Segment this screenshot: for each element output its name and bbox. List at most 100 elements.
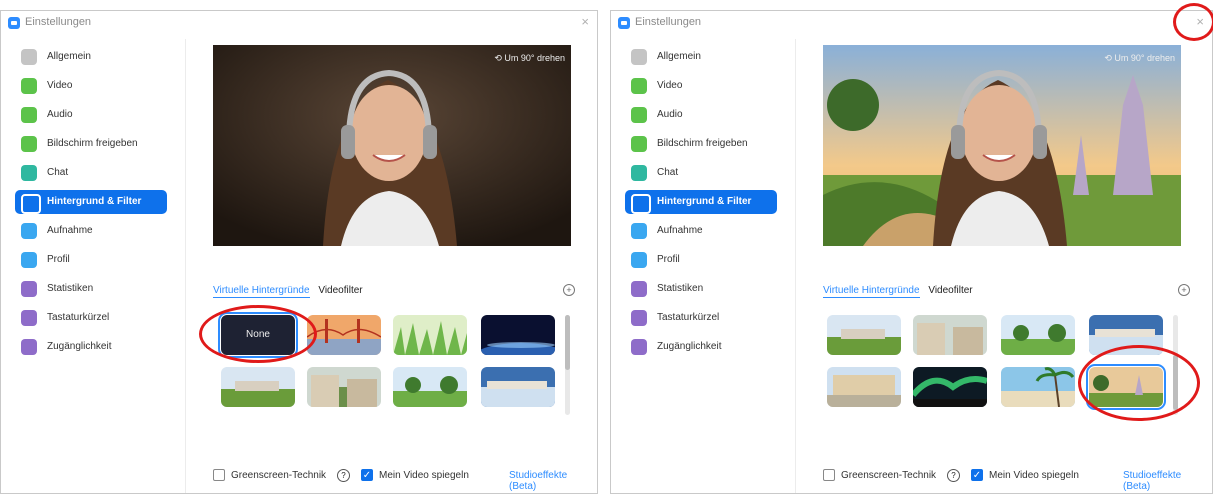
- sidebar-item-label: Statistiken: [657, 283, 704, 294]
- sidebar-item-share-screen[interactable]: Bildschirm freigeben: [15, 132, 167, 156]
- sidebar-item-video-camera[interactable]: Video: [15, 74, 167, 98]
- studio-effects-link[interactable]: Studioeffekte (Beta): [1123, 470, 1193, 492]
- mirror-video-checkbox[interactable]: ✓: [361, 469, 373, 481]
- sidebar-item-label: Tastaturkürzel: [657, 312, 720, 323]
- sidebar-item-label: Hintergrund & Filter: [657, 196, 752, 207]
- tab-virtual-backgrounds[interactable]: Virtuelle Hintergründe: [823, 285, 920, 298]
- background-park[interactable]: [1001, 315, 1075, 355]
- background-filter-icon: [21, 194, 41, 214]
- annotation-circle-none: [199, 305, 317, 363]
- sidebar-item-video-camera[interactable]: Video: [625, 74, 777, 98]
- background-courtyard[interactable]: [827, 367, 901, 407]
- sidebar-item-chat-bubble[interactable]: Chat: [15, 161, 167, 185]
- sidebar-item-headphones[interactable]: Audio: [15, 103, 167, 127]
- background-northern-lights[interactable]: [913, 367, 987, 407]
- sidebar-item-profile[interactable]: Profil: [15, 248, 167, 272]
- sidebar-item-statistics[interactable]: Statistiken: [625, 277, 777, 301]
- share-screen-icon: [631, 136, 647, 152]
- profile-icon: [21, 252, 37, 268]
- sidebar-item-label: Video: [47, 80, 73, 91]
- background-beach-palm[interactable]: [1001, 367, 1075, 407]
- greenscreen-label: Greenscreen-Technik: [841, 470, 937, 481]
- greenscreen-label: Greenscreen-Technik: [231, 470, 327, 481]
- scrollbar-thumb[interactable]: [565, 315, 570, 370]
- sidebar-item-record[interactable]: Aufnahme: [15, 219, 167, 243]
- settings-sidebar: Allgemein Video Audio Bildschirm freigeben C…: [611, 39, 796, 493]
- add-background-icon[interactable]: +: [1178, 284, 1190, 296]
- sidebar-item-gear[interactable]: Allgemein: [15, 45, 167, 69]
- background-old-town[interactable]: [307, 367, 381, 407]
- sidebar-item-label: Video: [657, 80, 683, 91]
- greenscreen-checkbox[interactable]: [823, 469, 835, 481]
- sidebar-item-record[interactable]: Aufnahme: [625, 219, 777, 243]
- rotate-label: Um 90° drehen: [504, 53, 565, 63]
- sidebar-item-accessibility[interactable]: Zugänglichkeit: [15, 335, 167, 359]
- background-tabs: Virtuelle Hintergründe Videofilter: [213, 285, 363, 298]
- rotate-label: Um 90° drehen: [1114, 53, 1175, 63]
- title-bar: Einstellungen ×: [1, 11, 597, 35]
- greenscreen-checkbox[interactable]: [213, 469, 225, 481]
- rotate-button[interactable]: ⟲ Um 90° drehen: [1104, 53, 1175, 64]
- mirror-video-checkbox[interactable]: ✓: [971, 469, 983, 481]
- sidebar-item-label: Bildschirm freigeben: [47, 138, 138, 149]
- sidebar-item-headphones[interactable]: Audio: [625, 103, 777, 127]
- profile-icon: [631, 252, 647, 268]
- camera-preview: ⟲ Um 90° drehen: [823, 45, 1181, 246]
- tab-video-filter[interactable]: Videofilter: [318, 285, 362, 296]
- background-grass[interactable]: [393, 315, 467, 355]
- sidebar-item-keyboard[interactable]: Tastaturkürzel: [15, 306, 167, 330]
- tab-video-filter[interactable]: Videofilter: [928, 285, 972, 296]
- thumbnail-scrollbar[interactable]: [565, 315, 570, 415]
- sidebar-item-label: Audio: [47, 109, 73, 120]
- close-icon[interactable]: ×: [581, 14, 589, 29]
- sidebar-item-statistics[interactable]: Statistiken: [15, 277, 167, 301]
- headphones-icon: [631, 107, 647, 123]
- background-castle-meadow[interactable]: [221, 367, 295, 407]
- zoom-app-icon: [8, 17, 20, 29]
- annotation-circle-selected-background: [1078, 345, 1200, 421]
- tab-virtual-backgrounds[interactable]: Virtuelle Hintergründe: [213, 285, 310, 298]
- sidebar-item-background-filter[interactable]: Hintergrund & Filter: [15, 190, 167, 214]
- sidebar-item-label: Profil: [657, 254, 680, 265]
- background-castle-meadow[interactable]: [827, 315, 901, 355]
- statistics-icon: [631, 281, 647, 297]
- settings-sidebar: Allgemein Video Audio Bildschirm freigeben C…: [1, 39, 186, 493]
- mirror-video-label: Mein Video spiegeln: [379, 470, 469, 481]
- sidebar-item-label: Chat: [657, 167, 679, 178]
- annotation-circle-close: [1173, 3, 1213, 41]
- background-tabs: Virtuelle Hintergründe Videofilter: [823, 285, 973, 298]
- help-icon[interactable]: ?: [337, 469, 350, 482]
- headphones-icon: [21, 107, 37, 123]
- window-title: Einstellungen: [25, 16, 92, 28]
- background-earth-space[interactable]: [481, 315, 555, 355]
- help-icon[interactable]: ?: [947, 469, 960, 482]
- sidebar-item-background-filter[interactable]: Hintergrund & Filter: [625, 190, 777, 214]
- background-park[interactable]: [393, 367, 467, 407]
- record-icon: [631, 223, 647, 239]
- background-golden-gate[interactable]: [307, 315, 381, 355]
- background-old-town[interactable]: [913, 315, 987, 355]
- sidebar-item-share-screen[interactable]: Bildschirm freigeben: [625, 132, 777, 156]
- add-background-icon[interactable]: +: [563, 284, 575, 296]
- sidebar-item-gear[interactable]: Allgemein: [625, 45, 777, 69]
- sidebar-item-chat-bubble[interactable]: Chat: [625, 161, 777, 185]
- studio-effects-link[interactable]: Studioeffekte (Beta): [509, 470, 583, 492]
- title-bar: Einstellungen ×: [611, 11, 1212, 35]
- sidebar-item-label: Aufnahme: [657, 225, 703, 236]
- window-title: Einstellungen: [635, 16, 702, 28]
- video-camera-icon: [21, 78, 37, 94]
- camera-preview-image: [823, 45, 1181, 246]
- sidebar-item-label: Hintergrund & Filter: [47, 196, 142, 207]
- chat-bubble-icon: [21, 165, 37, 181]
- zoom-app-icon: [618, 17, 630, 29]
- record-icon: [21, 223, 37, 239]
- background-filter-panel: ⟲ Um 90° drehen Virtuelle Hintergründe V…: [795, 39, 1212, 493]
- camera-preview: ⟲ Um 90° drehen: [213, 45, 571, 246]
- sidebar-item-accessibility[interactable]: Zugänglichkeit: [625, 335, 777, 359]
- sidebar-item-label: Profil: [47, 254, 70, 265]
- sidebar-item-keyboard[interactable]: Tastaturkürzel: [625, 306, 777, 330]
- rotate-button[interactable]: ⟲ Um 90° drehen: [494, 53, 565, 64]
- background-city-lake[interactable]: [481, 367, 555, 407]
- sidebar-item-profile[interactable]: Profil: [625, 248, 777, 272]
- share-screen-icon: [21, 136, 37, 152]
